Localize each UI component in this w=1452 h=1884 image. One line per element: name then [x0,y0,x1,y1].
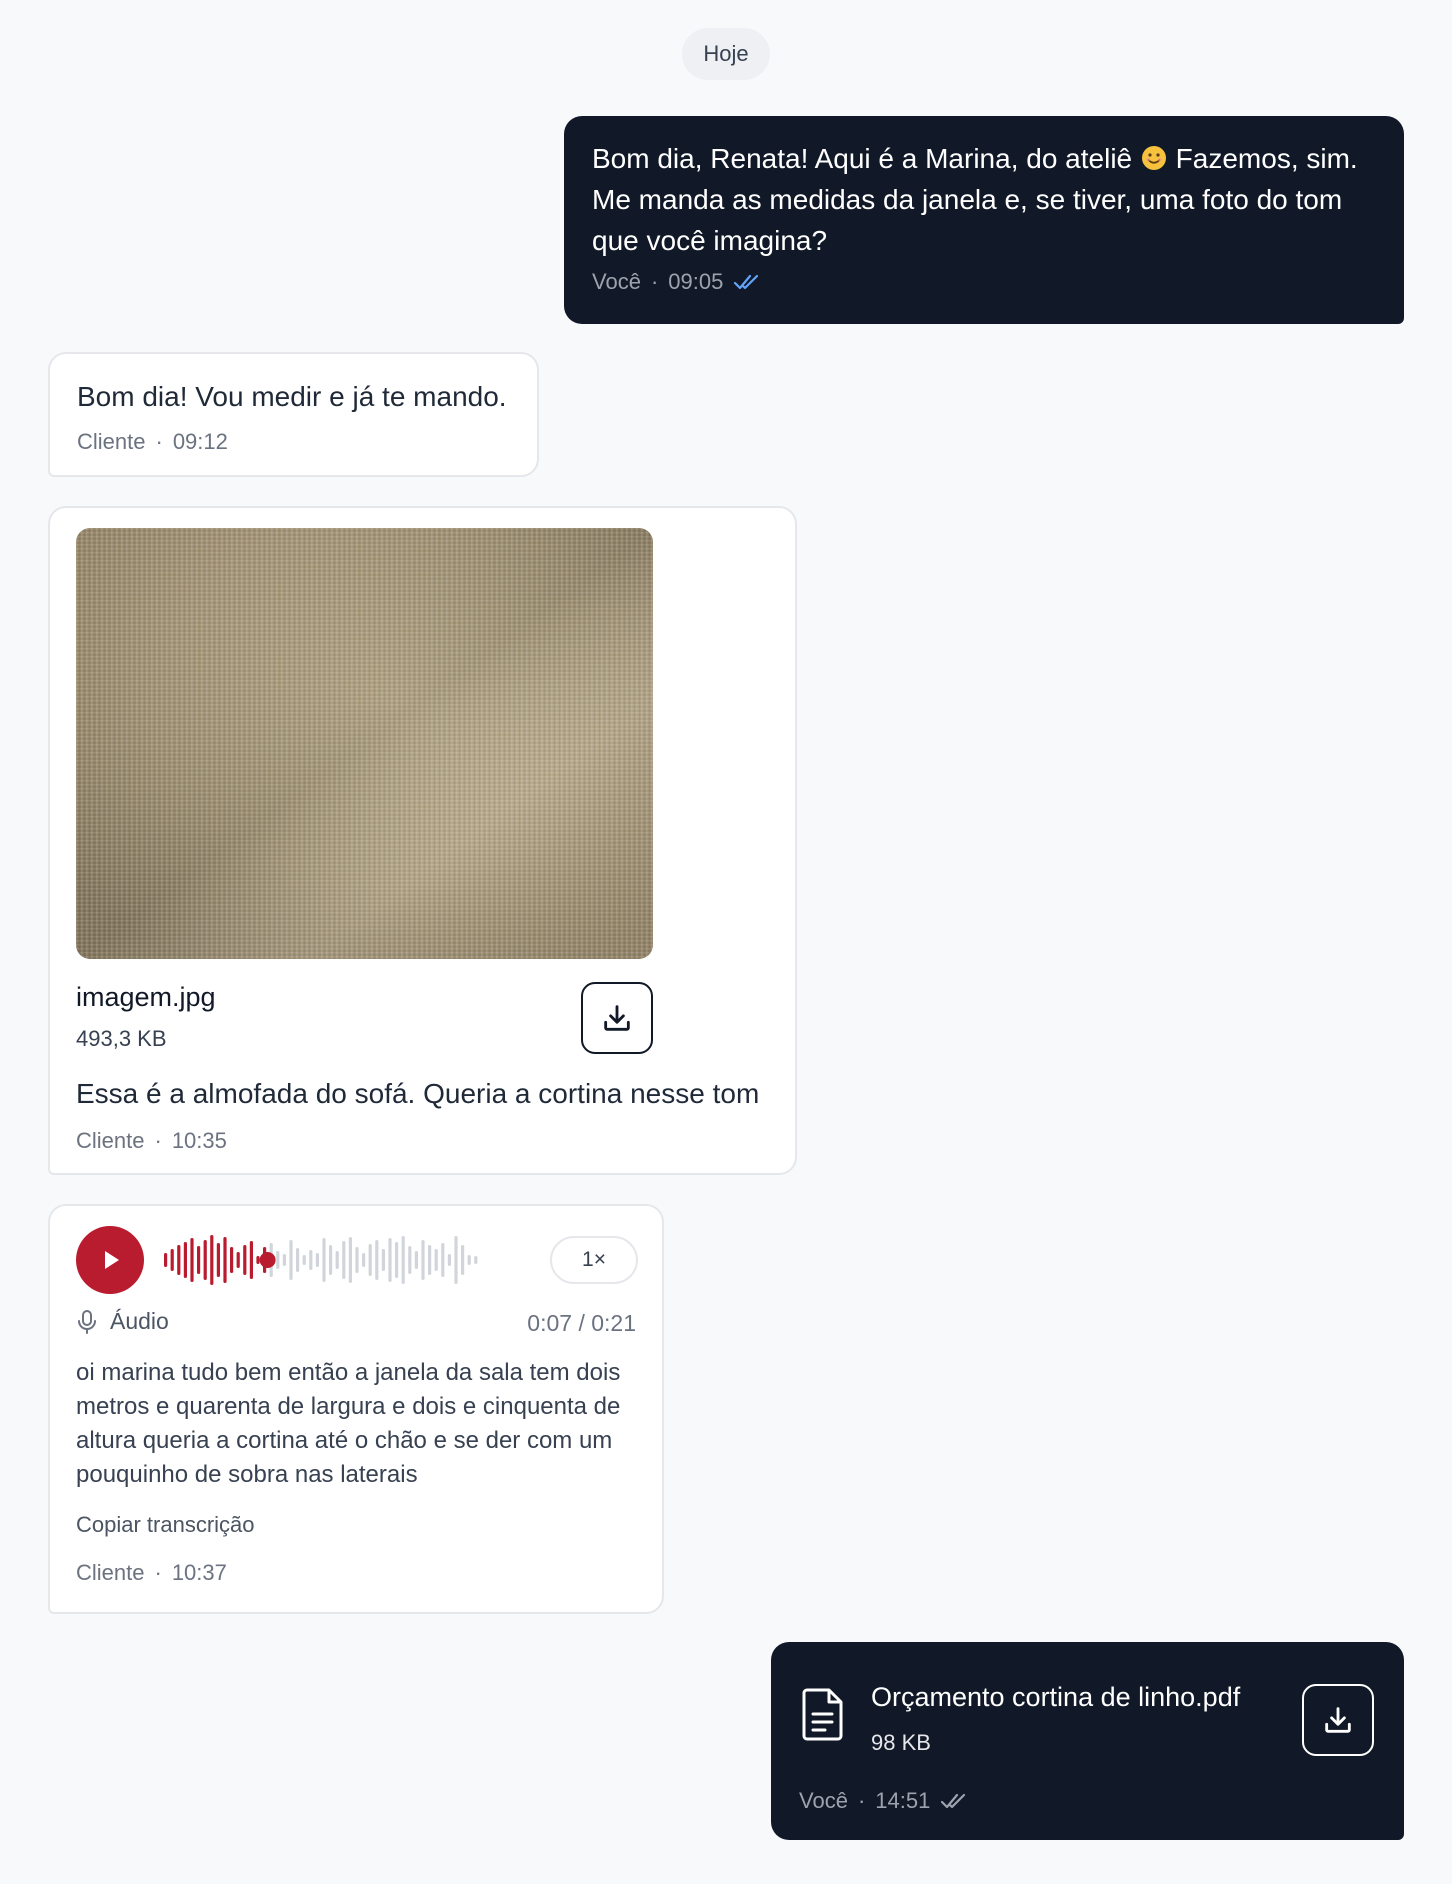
sender-label: Você [592,269,641,294]
download-image-button[interactable] [581,982,653,1054]
sender-label: Cliente [76,1128,145,1153]
waveform-bar [434,1249,438,1271]
waveform-bar [315,1253,319,1267]
waveform-bar [461,1245,465,1275]
play-audio-button[interactable] [76,1226,144,1294]
message-time: 10:37 [171,1560,227,1585]
message-time: 09:12 [172,429,228,454]
incoming-image-message: imagem.jpg 493,3 KB Essa é a almofada do… [48,506,797,1175]
waveform-bar [249,1241,253,1279]
download-icon [1325,1707,1351,1733]
message-meta: Você · 14:51 [799,1788,968,1814]
waveform-bar [256,1256,260,1264]
outgoing-message: Bom dia, Renata! Aqui é a Marina, do ate… [564,116,1404,324]
waveform-bar [329,1245,333,1275]
download-pdf-button[interactable] [1302,1684,1374,1756]
image-caption: Essa é a almofada do sofá. Queria a cort… [76,1078,760,1109]
waveform-bar [401,1236,405,1284]
waveform-bar [322,1238,326,1282]
message-time: 10:35 [171,1128,227,1153]
sender-label: Cliente [76,1560,145,1585]
message-text: Bom dia, Renata! Aqui é a Marina, do ate… [592,143,1358,256]
message-meta: Cliente · 09:12 [77,429,228,454]
waveform-bar [223,1237,227,1283]
image-file-name: imagem.jpg [76,982,216,1012]
linen-fabric-image[interactable] [76,528,653,959]
message-time: 14:51 [875,1788,931,1813]
waveform-bar [381,1249,385,1271]
waveform-bar [282,1254,286,1266]
waveform-bar [170,1249,174,1271]
waveform-bar [236,1252,240,1268]
incoming-audio-message: 1× Áudio 0:07 / 0:21 oi marina tudo bem … [48,1204,664,1614]
waveform-bar [447,1254,451,1266]
waveform-bar [395,1242,399,1278]
image-file-size: 493,3 KB [76,1026,167,1051]
audio-transcript: oi marina tudo bem então a janela da sal… [76,1359,621,1488]
waveform-bar [414,1251,418,1269]
waveform-bar [243,1245,247,1275]
audio-waveform[interactable] [164,1228,584,1292]
pdf-file-name: Orçamento cortina de linho.pdf [871,1682,1241,1712]
waveform-bar [441,1243,445,1277]
download-icon [604,1005,630,1031]
waveform-bar [183,1242,187,1278]
waveform-bar [388,1238,392,1282]
double-check-icon [734,274,759,290]
message-meta: Você · 09:05 [592,269,1376,295]
waveform-bar [210,1235,214,1285]
audio-time: 0:07 / 0:21 [527,1310,636,1336]
waveform-bar [276,1251,280,1269]
waveform-bar [428,1245,432,1275]
waveform-bar [454,1236,458,1284]
waveform-bar [375,1240,379,1280]
waveform-bar [368,1244,372,1276]
message-time: 09:05 [668,269,724,294]
play-icon [105,1251,119,1269]
waveform-bar [302,1255,306,1265]
document-icon [802,1688,843,1741]
waveform-bar [296,1248,300,1272]
mic-icon [78,1309,96,1334]
waveform-bar [216,1243,220,1277]
waveform-bar [342,1241,346,1279]
waveform-bar [164,1253,168,1267]
audio-label: Áudio [76,1308,169,1335]
waveform-bar [335,1251,339,1269]
waveform-bar [467,1255,471,1265]
message-meta: Cliente · 10:37 [76,1560,227,1585]
waveform-bar [421,1240,425,1280]
sender-label: Cliente [77,429,146,454]
waveform-bar [355,1247,359,1273]
waveform-bar [197,1246,201,1274]
waveform-bar [190,1238,194,1282]
waveform-bar [362,1253,366,1267]
date-separator: Hoje [682,28,770,80]
sender-label: Você [799,1788,848,1813]
incoming-message: Bom dia! Vou medir e já te mando. Client… [48,352,539,477]
playback-speed-button[interactable]: 1× [550,1236,638,1284]
pdf-file-size: 98 KB [871,1730,931,1755]
waveform-bar [177,1245,181,1275]
waveform-bar [408,1246,412,1274]
message-text: Bom dia! Vou medir e já te mando. [77,381,507,412]
outgoing-file-message: Orçamento cortina de linho.pdf 98 KB Voc… [771,1642,1404,1840]
double-check-icon [941,1793,966,1809]
copy-transcript-button[interactable]: Copiar transcrição [76,1512,255,1538]
waveform-bar [289,1240,293,1280]
waveform-bar [348,1237,352,1283]
waveform-bar [230,1247,234,1273]
playhead-handle[interactable] [259,1252,276,1268]
waveform-bar [203,1240,207,1280]
smiling-face-emoji-icon [1141,146,1166,170]
message-meta: Cliente · 10:35 [76,1128,227,1153]
waveform-bar [474,1256,478,1264]
waveform-bar [309,1250,313,1270]
